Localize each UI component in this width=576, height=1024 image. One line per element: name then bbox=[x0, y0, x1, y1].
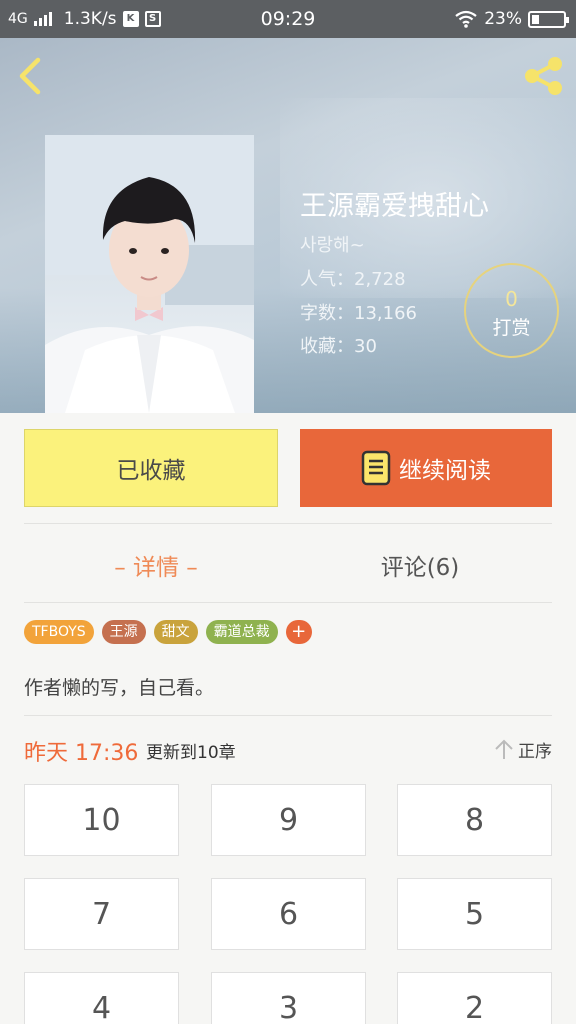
favorite-button[interactable]: 已收藏 bbox=[24, 429, 278, 507]
continue-reading-button[interactable]: 继续阅读 bbox=[300, 429, 552, 507]
continue-reading-label: 继续阅读 bbox=[399, 458, 491, 484]
sort-order-button[interactable]: 正序 bbox=[494, 737, 552, 762]
battery-icon bbox=[528, 10, 569, 28]
tag-list: TFBOYS 王源 甜文 霸道总裁 + bbox=[24, 620, 312, 644]
chapter-button[interactable]: 2 bbox=[397, 972, 552, 1024]
arrow-up-icon bbox=[495, 739, 513, 759]
tag-ceo[interactable]: 霸道总裁 bbox=[205, 620, 278, 644]
chapter-button[interactable]: 8 bbox=[397, 784, 552, 856]
cover-image bbox=[45, 135, 254, 413]
chevron-left-icon bbox=[19, 57, 41, 95]
book-description: 作者懒的写，自己看。 bbox=[24, 677, 215, 699]
reward-button[interactable]: 0 打赏 bbox=[464, 263, 559, 358]
word-count-stat: 字数：13,166 bbox=[300, 303, 417, 324]
status-bar: 4G 1.3K/s K S 09:29 23% bbox=[0, 0, 576, 38]
chapter-button[interactable]: 3 bbox=[211, 972, 366, 1024]
update-time: 昨天 17:36 bbox=[24, 741, 139, 766]
update-status: 更新到10章 bbox=[146, 743, 236, 763]
tag-sweet[interactable]: 甜文 bbox=[153, 620, 198, 644]
book-header: 王源霸爱拽甜心 사랑해~ 人气：2,728 字数：13,166 收藏：30 0 … bbox=[0, 38, 576, 413]
popularity-stat: 人气：2,728 bbox=[300, 269, 406, 290]
tag-wangyuan[interactable]: 王源 bbox=[101, 620, 146, 644]
chapter-button[interactable]: 5 bbox=[397, 878, 552, 950]
share-button[interactable] bbox=[522, 56, 566, 96]
book-icon bbox=[361, 450, 391, 486]
divider bbox=[24, 523, 552, 524]
sort-order-label: 正序 bbox=[518, 742, 552, 762]
chapter-button[interactable]: 7 bbox=[24, 878, 179, 950]
favorite-label: 已收藏 bbox=[116, 458, 186, 484]
chapter-button[interactable]: 10 bbox=[24, 784, 179, 856]
reward-label: 打赏 bbox=[492, 317, 531, 339]
book-author[interactable]: 사랑해~ bbox=[300, 231, 365, 257]
tab-detail[interactable]: – 详情 – bbox=[24, 548, 288, 582]
book-title: 王源霸爱拽甜心 bbox=[300, 191, 489, 222]
add-tag-button[interactable]: + bbox=[285, 620, 312, 644]
tag-tfboys[interactable]: TFBOYS bbox=[24, 620, 94, 644]
wifi-icon bbox=[455, 10, 477, 28]
battery-percent: 23% bbox=[484, 9, 522, 29]
back-button[interactable] bbox=[14, 56, 48, 96]
reward-count: 0 bbox=[505, 287, 518, 311]
share-icon bbox=[525, 57, 562, 95]
book-cover[interactable] bbox=[45, 135, 254, 413]
divider bbox=[24, 715, 552, 716]
divider bbox=[24, 602, 552, 603]
chapter-button[interactable]: 6 bbox=[211, 878, 366, 950]
chapter-button[interactable]: 4 bbox=[24, 972, 179, 1024]
tab-comments[interactable]: 评论(6) bbox=[288, 548, 552, 582]
favorites-stat: 收藏：30 bbox=[300, 336, 377, 357]
chapter-button[interactable]: 9 bbox=[211, 784, 366, 856]
